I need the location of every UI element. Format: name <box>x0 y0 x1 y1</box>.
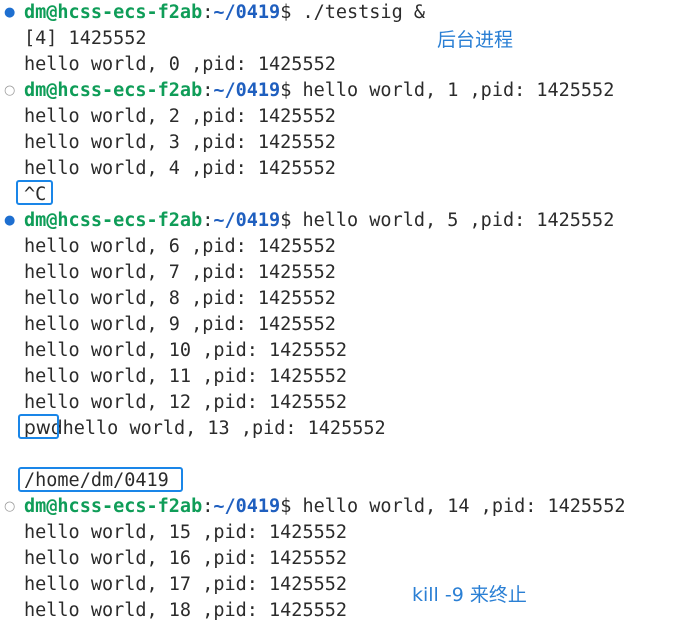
prompt-line: dm@hcss-ecs-f2ab:~/0419$ hello world, 14… <box>24 494 625 520</box>
command-status-dot-icon[interactable]: ● <box>4 0 16 26</box>
terminal-output[interactable]: ● dm@hcss-ecs-f2ab:~/0419$ ./testsig & [… <box>0 0 694 622</box>
output-line: hello world, 7 ,pid: 1425552 <box>24 262 336 283</box>
output-line: hello world, 12 ,pid: 1425552 <box>24 392 348 413</box>
prompt-path: ~/0419 <box>213 210 281 231</box>
output-line: hello world, 11 ,pid: 1425552 <box>24 366 348 387</box>
job-line: [4] 1425552 <box>24 28 147 49</box>
prompt-path: ~/0419 <box>213 496 281 517</box>
prompt-line: dm@hcss-ecs-f2ab:~/0419$ hello world, 1 … <box>24 78 614 104</box>
prompt-dollar: $ <box>280 496 303 517</box>
output-line: hello world, 17 ,pid: 1425552 <box>24 574 348 595</box>
output-line: hello world, 10 ,pid: 1425552 <box>24 340 348 361</box>
command-text: ./testsig & <box>302 2 425 23</box>
output-text: hello world, 5 ,pid: 1425552 <box>302 210 615 231</box>
output-text: hello world, 14 ,pid: 1425552 <box>302 496 626 517</box>
prompt-dollar: $ <box>280 2 303 23</box>
command-status-dot-icon[interactable]: ○ <box>4 78 16 104</box>
pwd-line: pwdhello world, 13 ,pid: 1425552 <box>24 416 386 442</box>
command-status-dot-icon[interactable]: ● <box>4 208 16 234</box>
prompt-dollar: $ <box>280 210 303 231</box>
prompt-user-host: dm@hcss-ecs-f2ab <box>24 496 203 517</box>
ctrl-c-highlight-box <box>16 180 53 205</box>
prompt-user-host: dm@hcss-ecs-f2ab <box>24 210 203 231</box>
output-text: hello world, 1 ,pid: 1425552 <box>302 80 615 101</box>
prompt-colon: : <box>202 496 214 517</box>
output-line: hello world, 2 ,pid: 1425552 <box>24 106 336 127</box>
prompt-user-host: dm@hcss-ecs-f2ab <box>24 2 203 23</box>
output-line: hello world, 9 ,pid: 1425552 <box>24 314 336 335</box>
prompt-line: dm@hcss-ecs-f2ab:~/0419$ hello world, 5 … <box>24 208 614 234</box>
output-line: hello world, 0 ,pid: 1425552 <box>24 54 336 75</box>
output-line: hello world, 18 ,pid: 1425552 <box>24 600 348 621</box>
prompt-dollar: $ <box>280 80 303 101</box>
output-line: hello world, 8 ,pid: 1425552 <box>24 288 336 309</box>
prompt-path: ~/0419 <box>213 80 281 101</box>
kill-annotation: kill -9 来终止 <box>412 584 527 606</box>
pwd-result-highlight-box <box>18 467 183 492</box>
prompt-user-host: dm@hcss-ecs-f2ab <box>24 80 203 101</box>
prompt-line: dm@hcss-ecs-f2ab:~/0419$ ./testsig & <box>24 0 425 26</box>
output-line: hello world, 6 ,pid: 1425552 <box>24 236 336 257</box>
output-line: hello world, 4 ,pid: 1425552 <box>24 158 336 179</box>
command-status-dot-icon[interactable]: ○ <box>4 494 16 520</box>
background-process-annotation: 后台进程 <box>437 29 514 51</box>
pwd-highlight-box <box>18 414 59 439</box>
output-line: hello world, 15 ,pid: 1425552 <box>24 522 348 543</box>
output-line: hello world, 3 ,pid: 1425552 <box>24 132 336 153</box>
prompt-path: ~/0419 <box>213 2 281 23</box>
prompt-colon: : <box>202 210 214 231</box>
output-text: hello world, 13 ,pid: 1425552 <box>62 418 386 439</box>
output-line: hello world, 16 ,pid: 1425552 <box>24 548 348 569</box>
prompt-colon: : <box>202 2 214 23</box>
prompt-colon: : <box>202 80 214 101</box>
